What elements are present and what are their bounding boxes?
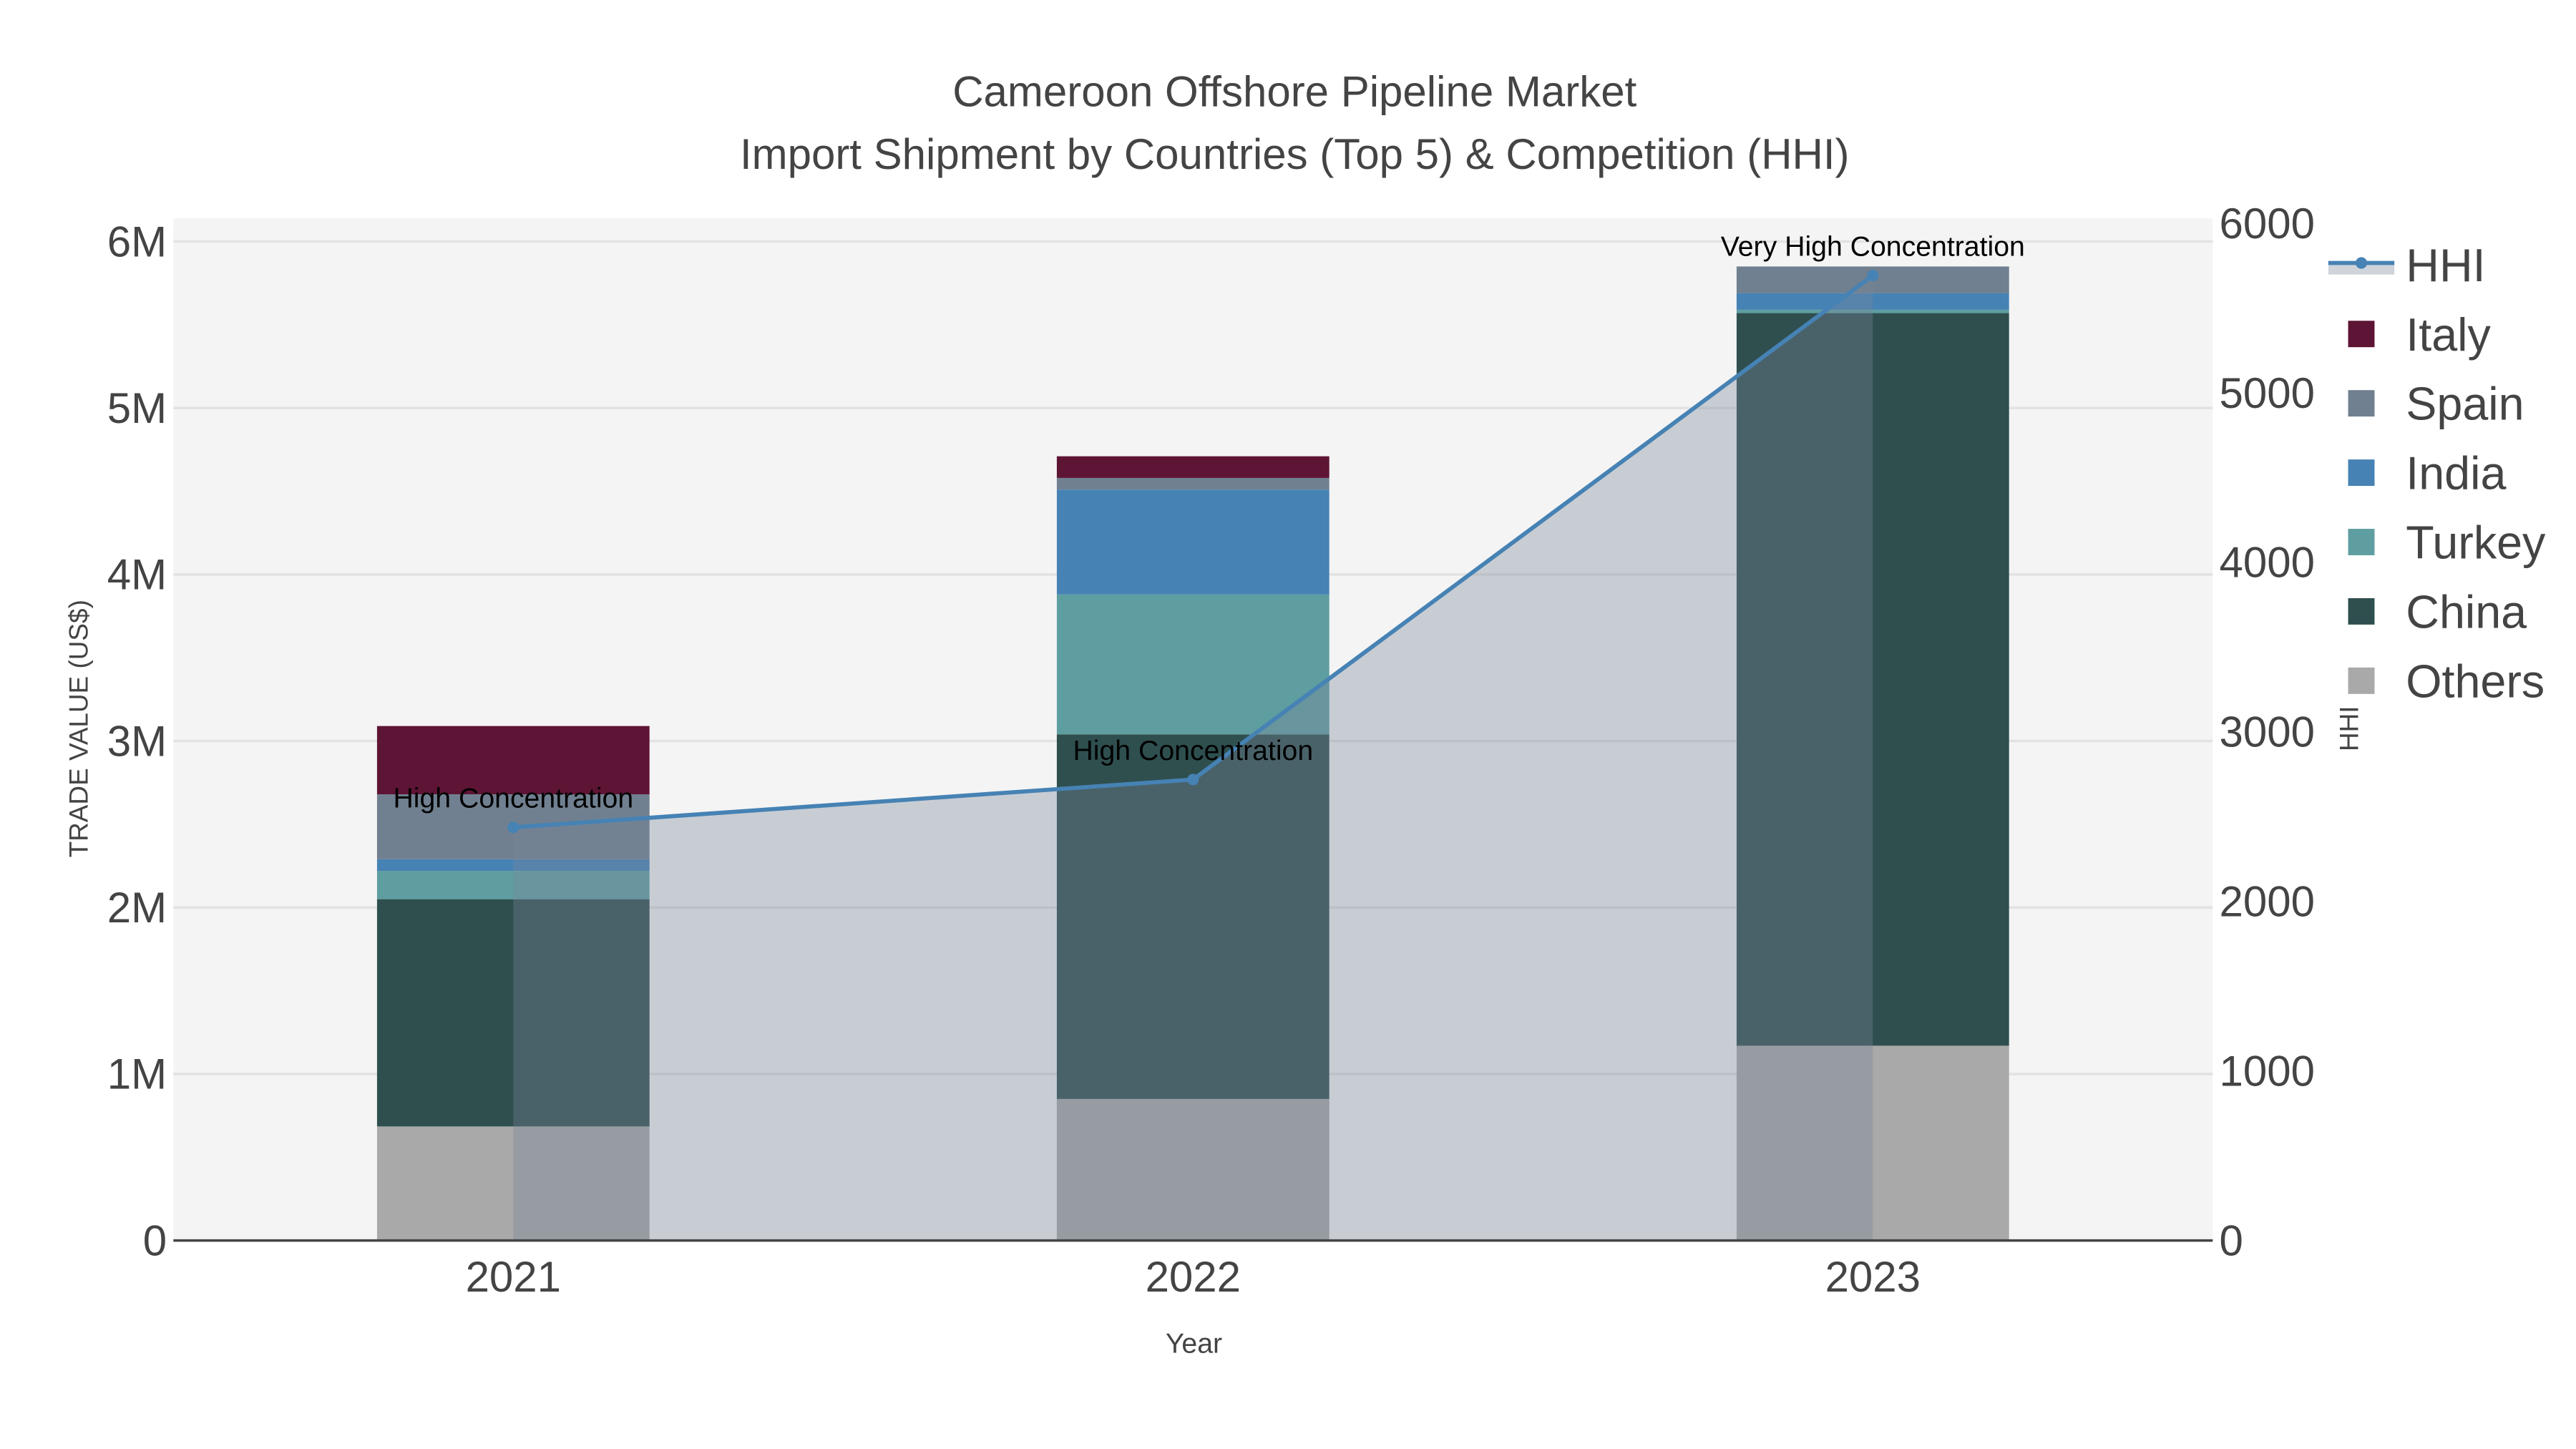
- y2-tick-label: 6000: [2220, 200, 2315, 248]
- x-tick-label: 2022: [1146, 1253, 1241, 1301]
- legend-swatch-china: [2348, 597, 2375, 625]
- legend-swatch-others: [2348, 667, 2375, 694]
- y2-axis-title: HHI: [2334, 706, 2363, 751]
- hhi-point: [507, 821, 519, 834]
- x-tick-label: 2021: [466, 1253, 561, 1301]
- bar-italy-2022: [1056, 456, 1330, 478]
- x-tick-label: 2023: [1825, 1253, 1921, 1301]
- y2-tick-label: 2000: [2220, 878, 2315, 926]
- legend-label-hhi: HHI: [2406, 240, 2485, 291]
- y-tick-label: 3M: [107, 717, 167, 765]
- legend-label-others: Others: [2406, 655, 2545, 707]
- legend-swatch-spain: [2348, 390, 2375, 417]
- chart: Cameroon Offshore Pipeline Market Import…: [0, 0, 2576, 1449]
- hhi-annotation: High Concentration: [393, 783, 633, 814]
- y2-tick-label: 3000: [2220, 708, 2315, 756]
- legend-label-turkey: Turkey: [2406, 517, 2546, 569]
- y-tick-label: 5M: [107, 384, 167, 432]
- hhi-point: [1867, 270, 1879, 282]
- chart-title: Cameroon Offshore Pipeline Market: [952, 67, 1636, 115]
- y2-tick-label: 5000: [2220, 369, 2315, 417]
- legend-label-spain: Spain: [2406, 379, 2524, 430]
- y-tick-label: 0: [143, 1216, 167, 1264]
- y2-tick-label: 4000: [2220, 539, 2315, 587]
- bar-india-2022: [1056, 489, 1330, 595]
- y-tick-label: 4M: [107, 551, 167, 599]
- hhi-annotation: High Concentration: [1073, 735, 1313, 766]
- legend-swatch-italy: [2348, 321, 2375, 348]
- y2-tick-label: 0: [2220, 1216, 2243, 1264]
- y-tick-label: 1M: [107, 1050, 167, 1098]
- y-axis-title: TRADE VALUE (US$): [64, 600, 93, 857]
- legend-label-italy: Italy: [2406, 309, 2491, 361]
- hhi-annotation: Very High Concentration: [1721, 230, 2025, 262]
- legend-swatch-turkey: [2348, 529, 2375, 555]
- hhi-point: [1187, 774, 1199, 786]
- y-tick-label: 6M: [107, 218, 167, 265]
- chart-subtitle: Import Shipment by Countries (Top 5) & C…: [740, 130, 1850, 178]
- legend-swatch-hhi-marker: [2355, 257, 2368, 269]
- legend-swatch-india: [2348, 459, 2375, 487]
- bar-spain-2022: [1056, 477, 1330, 490]
- x-axis-title: Year: [1166, 1328, 1222, 1360]
- legend-label-india: India: [2406, 448, 2506, 499]
- legend-label-china: China: [2406, 587, 2527, 638]
- y-tick-label: 2M: [107, 884, 167, 932]
- y2-tick-label: 1000: [2220, 1047, 2315, 1095]
